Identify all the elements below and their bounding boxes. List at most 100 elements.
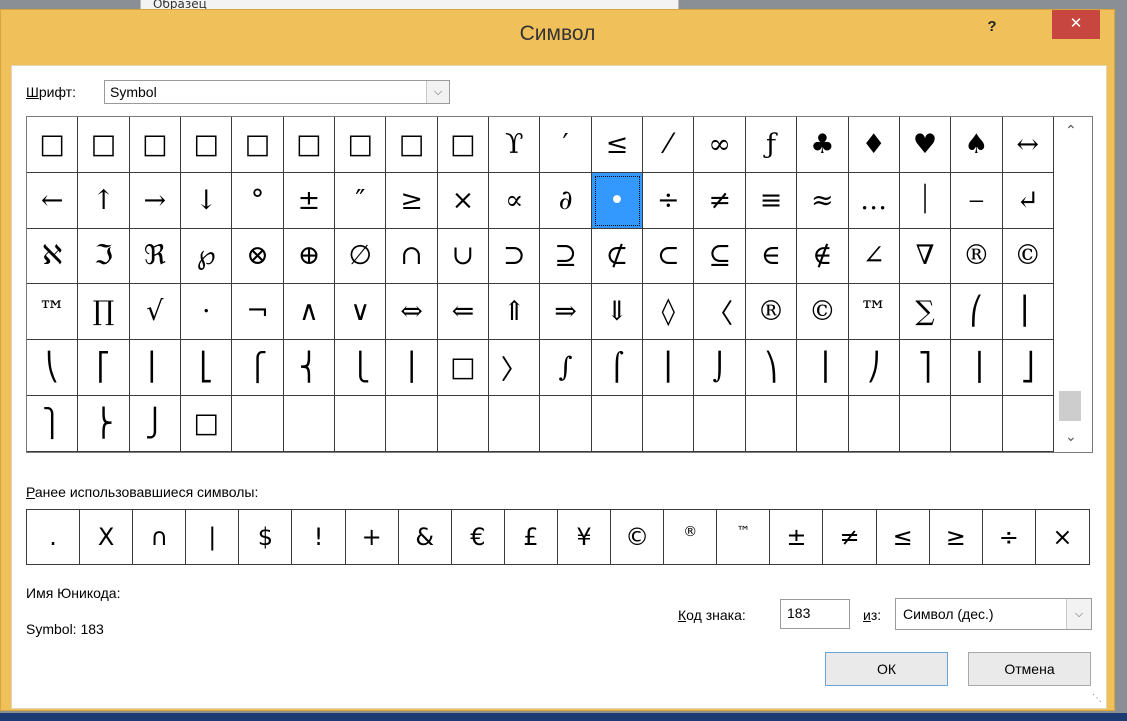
symbol-cell[interactable]: ∞ bbox=[694, 117, 746, 173]
symbol-cell[interactable]: ∑ bbox=[899, 284, 952, 341]
symbol-cell[interactable]: ⌡ bbox=[694, 340, 746, 396]
symbol-cell[interactable]: ⇐ bbox=[437, 284, 490, 341]
symbol-cell[interactable]: ′ bbox=[540, 117, 592, 173]
symbol-cell[interactable]: ↵ bbox=[1002, 172, 1054, 229]
recent-symbol-cell[interactable]: © bbox=[611, 510, 665, 564]
symbol-cell[interactable]: ℜ bbox=[129, 228, 182, 285]
symbol-cell[interactable]: ™ bbox=[848, 284, 900, 341]
symbol-cell[interactable]: ♥ bbox=[899, 117, 952, 173]
symbol-cell[interactable]: ↓ bbox=[181, 172, 233, 229]
chevron-up-icon[interactable]: ⌃ bbox=[1065, 123, 1077, 139]
recent-symbol-cell[interactable]: £ bbox=[505, 510, 558, 564]
symbol-cell[interactable]: ⊇ bbox=[540, 228, 592, 285]
symbol-cell[interactable]: ◊ bbox=[643, 284, 695, 341]
symbol-cell[interactable]: ® bbox=[745, 284, 798, 341]
symbol-cell[interactable]: ♦ bbox=[848, 117, 900, 173]
symbol-cell[interactable]: ≡ bbox=[745, 172, 798, 229]
symbol-cell[interactable]: □ bbox=[181, 395, 233, 452]
symbol-cell[interactable]: ⇒ bbox=[540, 284, 592, 341]
symbol-cell[interactable]: ″ bbox=[335, 172, 387, 229]
symbol-cell[interactable]: ∉ bbox=[797, 228, 849, 285]
symbol-cell[interactable]: ⎟ bbox=[797, 340, 849, 396]
recent-symbol-cell[interactable]: ∩ bbox=[133, 510, 187, 564]
close-button[interactable]: ✕ bbox=[1052, 10, 1100, 39]
symbol-cell[interactable]: ♣ bbox=[797, 117, 849, 173]
symbol-cell[interactable]: ⎥ bbox=[951, 340, 1003, 396]
recent-symbol-cell[interactable]: & bbox=[399, 510, 452, 564]
font-select[interactable]: Symbol ⌵ bbox=[104, 80, 450, 104]
symbol-cell[interactable]: ¬ bbox=[232, 284, 284, 341]
recent-symbol-cell[interactable]: ¥ bbox=[558, 510, 612, 564]
symbol-cell[interactable]: ⊕ bbox=[283, 228, 336, 285]
recent-symbol-cell[interactable]: . bbox=[27, 510, 81, 564]
symbol-grid-scrollbar[interactable]: ⌃ ⌄ bbox=[1055, 117, 1092, 452]
symbol-cell[interactable]: □ bbox=[27, 117, 79, 173]
symbol-cell[interactable]: ∫ bbox=[540, 340, 592, 396]
symbol-cell[interactable]: ⇔ bbox=[386, 284, 438, 341]
symbol-cell[interactable]: × bbox=[437, 172, 490, 229]
symbol-cell[interactable]: ƒ bbox=[745, 117, 798, 173]
symbol-cell[interactable]: ∩ bbox=[386, 228, 438, 285]
symbol-cell[interactable]: ≈ bbox=[797, 172, 849, 229]
symbol-cell[interactable]: ≠ bbox=[694, 172, 746, 229]
symbol-cell[interactable]: □ bbox=[78, 117, 130, 173]
symbol-cell[interactable]: □ bbox=[283, 117, 336, 173]
recent-symbol-cell[interactable]: ™ bbox=[717, 510, 771, 564]
symbol-cell[interactable]: √ bbox=[129, 284, 182, 341]
from-select[interactable]: Символ (дес.) ⌵ bbox=[895, 598, 1092, 630]
symbol-cell[interactable]: ⎠ bbox=[848, 340, 900, 396]
symbol-cell[interactable]: ⎤ bbox=[899, 340, 952, 396]
symbol-cell[interactable]: ⊆ bbox=[694, 228, 746, 285]
symbol-cell[interactable]: ⏐ bbox=[899, 172, 952, 229]
recent-symbol-cell[interactable]: ± bbox=[770, 510, 824, 564]
recent-symbol-cell[interactable]: × bbox=[1036, 510, 1089, 564]
symbol-cell[interactable]: ∏ bbox=[78, 284, 130, 341]
help-button[interactable]: ? bbox=[977, 16, 1007, 40]
symbol-cell[interactable]: ® bbox=[951, 228, 1003, 285]
symbol-cell[interactable]: ⎝ bbox=[27, 340, 79, 396]
symbol-cell[interactable]: ∝ bbox=[489, 172, 541, 229]
symbol-cell[interactable]: ⁄ bbox=[643, 117, 695, 173]
symbol-cell[interactable]: ∪ bbox=[437, 228, 490, 285]
symbol-cell[interactable]: ⎢ bbox=[129, 340, 182, 396]
symbol-cell[interactable]: ℘ bbox=[181, 228, 233, 285]
symbol-cell[interactable]: ÷ bbox=[643, 172, 695, 229]
recent-symbol-cell[interactable]: $ bbox=[239, 510, 293, 564]
symbol-cell[interactable]: → bbox=[129, 172, 182, 229]
symbol-cell[interactable]: ℵ bbox=[27, 228, 79, 285]
symbol-cell[interactable]: ≤ bbox=[591, 117, 644, 173]
recent-symbol-cell[interactable]: ® bbox=[664, 510, 718, 564]
symbol-cell[interactable]: □ bbox=[437, 117, 490, 173]
recent-symbol-cell[interactable]: ≥ bbox=[930, 510, 983, 564]
symbol-cell[interactable]: ↑ bbox=[78, 172, 130, 229]
chevron-down-icon[interactable]: ⌵ bbox=[426, 81, 449, 103]
recent-symbol-cell[interactable]: | bbox=[186, 510, 240, 564]
symbol-cell[interactable]: ⎜ bbox=[1002, 284, 1054, 341]
symbol-cell[interactable]: ⎨ bbox=[283, 340, 336, 396]
symbol-cell[interactable]: □ bbox=[335, 117, 387, 173]
symbol-cell[interactable]: 〉 bbox=[489, 340, 541, 396]
symbol-cell[interactable]: • bbox=[591, 172, 644, 229]
symbol-cell[interactable]: ⊃ bbox=[489, 228, 541, 285]
symbol-cell[interactable]: ± bbox=[283, 172, 336, 229]
chevron-down-icon[interactable]: ⌄ bbox=[1065, 429, 1077, 445]
symbol-cell[interactable]: ⎧ bbox=[232, 340, 284, 396]
symbol-cell[interactable]: ⊗ bbox=[232, 228, 284, 285]
symbol-cell[interactable]: □ bbox=[181, 117, 233, 173]
symbol-cell[interactable]: ∅ bbox=[335, 228, 387, 285]
symbol-cell[interactable]: □ bbox=[437, 340, 490, 396]
symbol-cell[interactable]: ⎛ bbox=[951, 284, 1003, 341]
recent-symbol-cell[interactable]: € bbox=[452, 510, 505, 564]
symbol-cell[interactable]: ⇑ bbox=[489, 284, 541, 341]
symbol-cell[interactable]: ⎣ bbox=[181, 340, 233, 396]
symbol-cell[interactable]: ⎯ bbox=[951, 172, 1003, 229]
resize-grip-icon[interactable]: ⋱ bbox=[1092, 694, 1102, 704]
symbol-cell[interactable]: ⎬ bbox=[78, 395, 130, 452]
symbol-cell[interactable]: ° bbox=[232, 172, 284, 229]
recent-symbol-cell[interactable]: ÷ bbox=[983, 510, 1036, 564]
symbol-cell[interactable]: ⎫ bbox=[27, 395, 79, 452]
symbol-cell[interactable]: ⌠ bbox=[591, 340, 644, 396]
symbol-cell[interactable]: ⎮ bbox=[643, 340, 695, 396]
symbol-cell[interactable]: ∇ bbox=[899, 228, 952, 285]
symbol-cell[interactable]: 〈 bbox=[694, 284, 746, 341]
